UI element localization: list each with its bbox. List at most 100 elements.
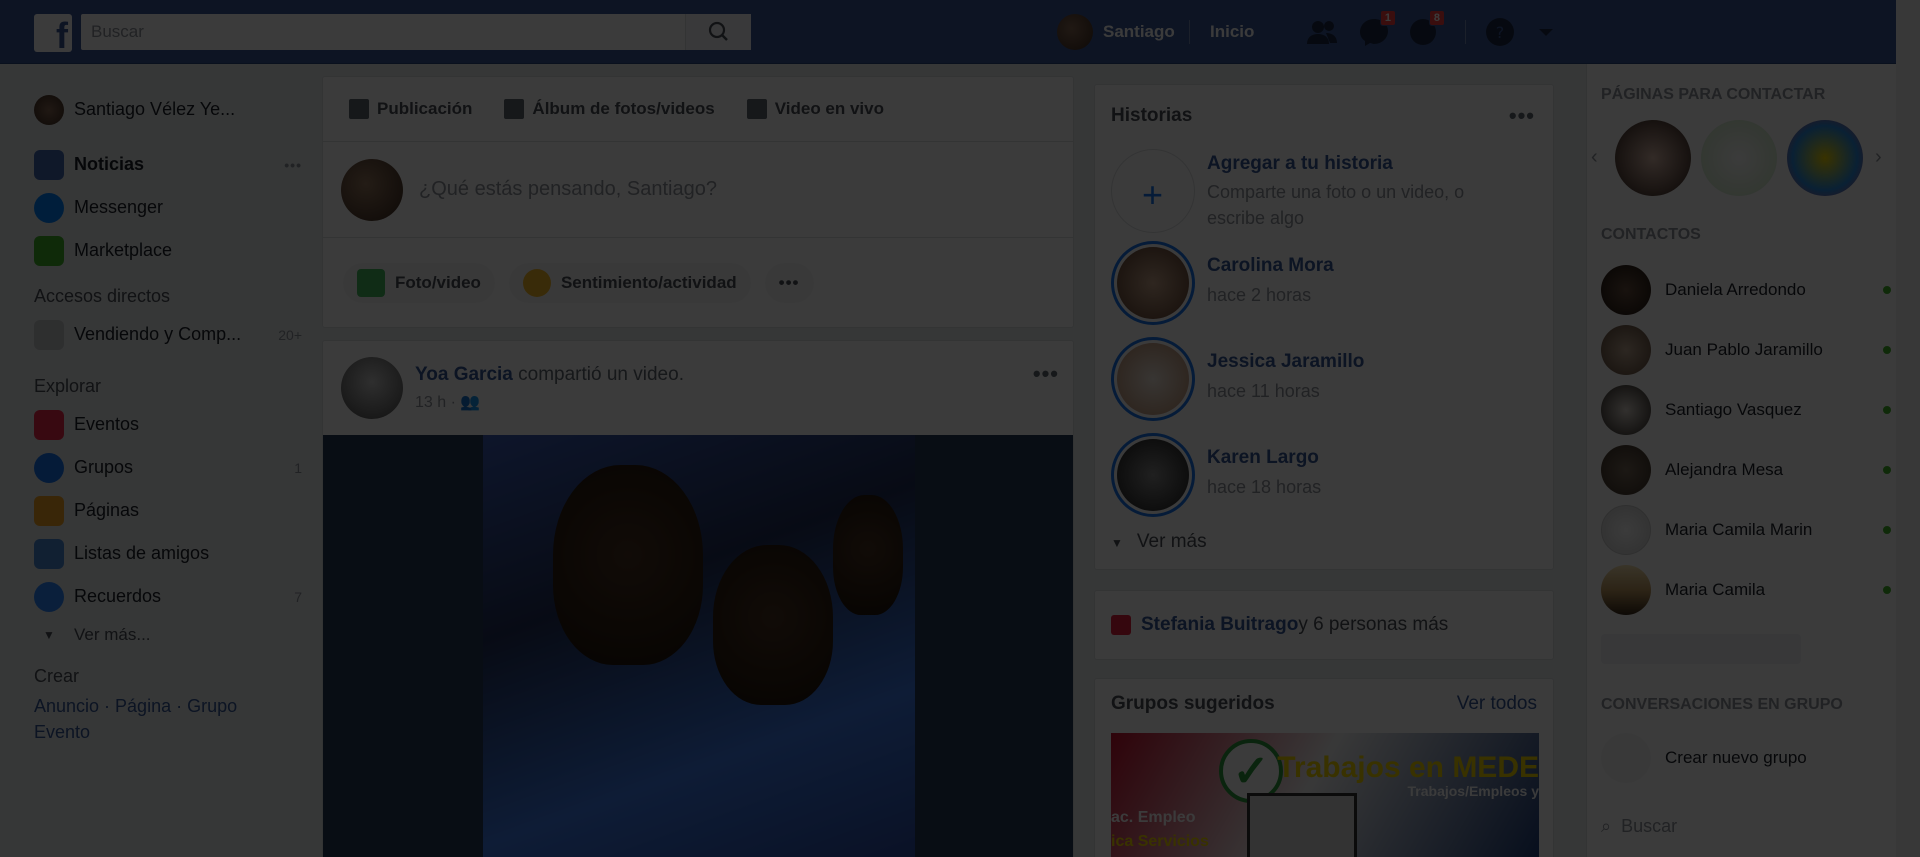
birthday-card[interactable]: Stefania Buitrago y 6 personas más	[1094, 590, 1554, 660]
person-face	[833, 495, 903, 615]
more-actions-button[interactable]: •••	[764, 262, 814, 303]
chevron-right-icon[interactable]: ›	[1875, 146, 1882, 169]
post-header: Yoa Garcia compartió un video. 13 h · 👥 …	[323, 341, 1073, 435]
page-avatar[interactable]	[1701, 120, 1777, 196]
story-item[interactable]: Carolina Mora hace 2 horas	[1111, 241, 1541, 325]
page-avatar[interactable]	[1787, 120, 1863, 196]
notifications-icon[interactable]: 8	[1405, 10, 1445, 50]
story-ring	[1111, 433, 1195, 517]
flag-icon	[34, 495, 64, 526]
stories-see-more[interactable]: ▼ Ver más	[1111, 531, 1207, 553]
profile-avatar	[34, 94, 64, 125]
composer-input-area[interactable]: ¿Qué estás pensando, Santiago?	[323, 141, 1073, 237]
story-item[interactable]: Karen Largo hace 18 horas	[1111, 433, 1541, 517]
story-author: Jessica Jaramillo	[1207, 351, 1365, 372]
contact-item[interactable]: Santiago Vasquez	[1601, 384, 1891, 436]
sidebar-item-marketplace[interactable]: Marketplace	[34, 229, 302, 272]
see-more-label: Ver más...	[74, 625, 151, 644]
calendar-icon	[34, 409, 64, 440]
sidebar-item-groups[interactable]: Grupos 1	[34, 446, 302, 489]
profile-link[interactable]: Santiago	[1103, 14, 1175, 50]
page-avatar[interactable]	[1615, 120, 1691, 196]
add-story[interactable]: + Agregar a tu historia Comparte una fot…	[1111, 149, 1541, 233]
search-input[interactable]	[81, 14, 681, 50]
marketplace-icon	[34, 235, 64, 266]
add-story-description: Comparte una foto o un video, o escribe …	[1207, 182, 1465, 228]
contact-item[interactable]: Maria Camila Marin	[1601, 504, 1891, 556]
story-time: hace 2 horas	[1207, 285, 1312, 305]
video-camera-icon	[746, 99, 767, 119]
create-heading: Crear	[34, 666, 80, 686]
messages-icon[interactable]: 1	[1356, 10, 1396, 50]
contact-name: Maria Camila Marin	[1665, 520, 1813, 539]
post-timestamp[interactable]: 13 h ·	[415, 394, 456, 411]
news-feed: Publicación Álbum de fotos/videos Video …	[322, 76, 1074, 857]
stories-options-icon[interactable]: •••	[1509, 103, 1535, 129]
tab-album[interactable]: Álbum de fotos/videos	[494, 99, 724, 119]
contact-item[interactable]: Maria Camila	[1601, 564, 1891, 616]
sidebar-item-events[interactable]: Eventos	[34, 403, 302, 446]
composer-tabs: Publicación Álbum de fotos/videos Video …	[323, 77, 1073, 141]
search-button[interactable]	[685, 14, 751, 50]
post-video[interactable]	[323, 435, 1073, 857]
chat-search[interactable]: ⌕ Buscar	[1601, 816, 1677, 837]
online-indicator	[1883, 346, 1891, 354]
group-cover-image[interactable]: ✓ Trabajos en MEDE Trabajos/Empleos y ac…	[1111, 733, 1539, 857]
avatar	[1601, 505, 1651, 555]
more-options-icon[interactable]: •••	[284, 157, 302, 173]
chevron-down-icon: ▼	[1111, 536, 1123, 550]
sidebar-item-pages[interactable]: Páginas	[34, 489, 302, 532]
online-indicator	[1883, 406, 1891, 414]
audience-friends-icon: 👥	[460, 394, 481, 411]
create-group-button[interactable]: Crear nuevo grupo	[1601, 732, 1891, 784]
story-item[interactable]: Jessica Jaramillo hace 11 horas	[1111, 337, 1541, 421]
see-more-label: Ver más	[1136, 531, 1207, 552]
account-menu-icon[interactable]	[1528, 14, 1564, 50]
sidebar-item-label: Listas de amigos	[74, 543, 210, 563]
create-links[interactable]: Anuncio · Página · Grupo	[34, 693, 302, 719]
help-icon[interactable]: ?	[1482, 14, 1518, 50]
profile-avatar[interactable]	[1057, 14, 1093, 50]
story-thumbnail	[1117, 247, 1189, 319]
create-group-label: Crear nuevo grupo	[1665, 748, 1807, 767]
tab-post[interactable]: Publicación	[339, 99, 482, 119]
story-author: Carolina Mora	[1207, 255, 1334, 276]
contact-name: Juan Pablo Jaramillo	[1665, 340, 1823, 359]
create-event-link[interactable]: Evento	[34, 719, 302, 745]
sidebar-item-label: Eventos	[74, 414, 140, 434]
feeling-activity-button[interactable]: Sentimiento/actividad	[508, 262, 751, 303]
contact-item[interactable]: Daniela Arredondo	[1601, 264, 1891, 316]
laptop-illustration	[1247, 793, 1357, 857]
contact-item[interactable]: Alejandra Mesa	[1601, 444, 1891, 496]
tab-album-label: Álbum de fotos/videos	[532, 99, 715, 118]
friend-requests-icon[interactable]	[1304, 14, 1340, 50]
tab-live-video[interactable]: Video en vivo	[737, 99, 894, 119]
sidebar-item-profile[interactable]: Santiago Vélez Ye...	[34, 88, 302, 131]
avatar[interactable]	[341, 357, 403, 419]
sidebar-item-label: Noticias	[74, 154, 145, 174]
sidebar-item-shortcut[interactable]: Vendiendo y Comp... 20+	[34, 313, 302, 356]
sidebar-item-messenger[interactable]: Messenger	[34, 186, 302, 229]
see-all-link[interactable]: Ver todos	[1457, 693, 1537, 715]
home-link[interactable]: Inicio	[1210, 14, 1254, 50]
post-author[interactable]: Yoa Garcia	[415, 364, 513, 385]
chevron-left-icon[interactable]: ‹	[1591, 146, 1598, 169]
sidebar-item-memories[interactable]: Recuerdos 7	[34, 575, 302, 618]
sidebar-item-label: Messenger	[74, 197, 164, 217]
contact-name: Daniela Arredondo	[1665, 280, 1806, 299]
post-options-icon[interactable]: •••	[1033, 361, 1059, 387]
search-icon	[708, 21, 728, 41]
see-more-link[interactable]: ▼ Ver más...	[34, 618, 302, 652]
shortcuts-heading: Accesos directos	[34, 286, 171, 306]
sidebar-item-label: Santiago Vélez Ye...	[74, 99, 236, 119]
sidebar-item-news-feed[interactable]: Noticias •••	[34, 143, 302, 186]
group-icon	[34, 319, 64, 350]
friend-list-icon	[34, 538, 64, 569]
sidebar-item-friend-lists[interactable]: Listas de amigos	[34, 532, 302, 575]
facebook-logo[interactable]: f	[34, 14, 72, 52]
notifications-badge: 8	[1428, 10, 1445, 26]
scrollbar[interactable]	[1896, 0, 1920, 857]
contact-item[interactable]: Juan Pablo Jaramillo	[1601, 324, 1891, 376]
photo-video-button[interactable]: Foto/video	[343, 262, 495, 303]
avatar	[1601, 445, 1651, 495]
